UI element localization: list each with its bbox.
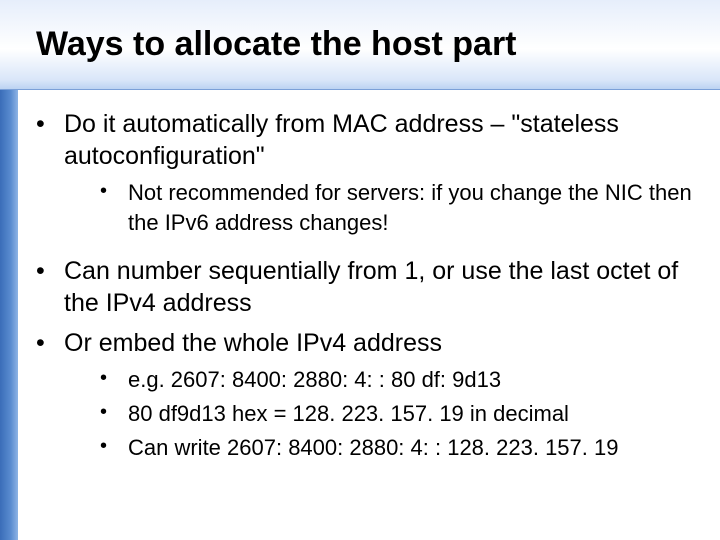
sub-bullet-list: Not recommended for servers: if you chan… — [64, 178, 700, 237]
slide-body: Do it automatically from MAC address – "… — [30, 108, 700, 472]
sub-bullet-item: Not recommended for servers: if you chan… — [64, 178, 700, 237]
sub-bullet-item: e.g. 2607: 8400: 2880: 4: : 80 df: 9d13 — [64, 365, 700, 395]
bullet-text: Do it automatically from MAC address – "… — [64, 110, 619, 170]
sub-bullet-text: Not recommended for servers: if you chan… — [128, 180, 692, 235]
sub-bullet-text: 80 df9d13 hex = 128. 223. 157. 19 in dec… — [128, 401, 569, 426]
bullet-item: Or embed the whole IPv4 address e.g. 260… — [30, 327, 700, 462]
bullet-item: Do it automatically from MAC address – "… — [30, 108, 700, 237]
sub-bullet-list: e.g. 2607: 8400: 2880: 4: : 80 df: 9d13 … — [64, 365, 700, 462]
sub-bullet-text: e.g. 2607: 8400: 2880: 4: : 80 df: 9d13 — [128, 367, 501, 392]
bullet-text: Or embed the whole IPv4 address — [64, 329, 442, 357]
sub-bullet-item: 80 df9d13 hex = 128. 223. 157. 19 in dec… — [64, 399, 700, 429]
sub-bullet-text: Can write 2607: 8400: 2880: 4: : 128. 22… — [128, 435, 618, 460]
title-band: Ways to allocate the host part — [0, 0, 720, 90]
sub-bullet-item: Can write 2607: 8400: 2880: 4: : 128. 22… — [64, 433, 700, 463]
bullet-text: Can number sequentially from 1, or use t… — [64, 257, 678, 317]
bullet-list: Do it automatically from MAC address – "… — [30, 108, 700, 462]
bullet-item: Can number sequentially from 1, or use t… — [30, 255, 700, 319]
slide-title: Ways to allocate the host part — [36, 25, 517, 64]
